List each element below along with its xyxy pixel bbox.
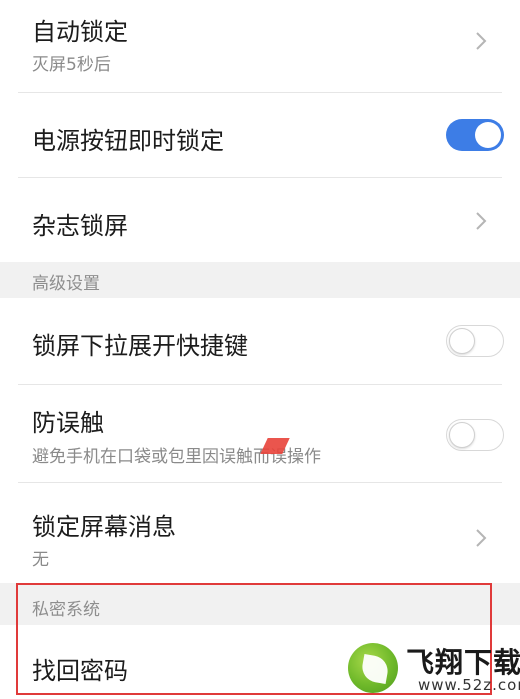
- toggle-knob: [475, 122, 501, 148]
- toggle-knob: [449, 422, 475, 448]
- advanced-settings-label: 高级设置: [32, 274, 100, 294]
- pull-shortcut-row[interactable]: 锁屏下拉展开快捷键: [0, 298, 520, 384]
- chevron-right-icon: [476, 212, 487, 230]
- lock-screen-messages-row[interactable]: 锁定屏幕消息 无: [0, 483, 520, 583]
- watermark-url: www.52z.com: [418, 676, 520, 694]
- anti-mistouch-row[interactable]: 防误触 避免手机在口袋或包里因误触而误操作: [0, 385, 520, 481]
- watermark: 飞翔下载 www.52z.com: [342, 640, 520, 699]
- power-button-lock-toggle[interactable]: [446, 119, 504, 151]
- advanced-settings-header: 高级设置: [0, 262, 520, 298]
- toggle-knob: [449, 328, 475, 354]
- magazine-lock-title: 杂志锁屏: [32, 212, 128, 240]
- chevron-right-icon: [476, 529, 487, 547]
- anti-mistouch-title: 防误触: [32, 409, 104, 437]
- auto-lock-title: 自动锁定: [32, 18, 128, 46]
- logo-icon: [348, 643, 398, 693]
- power-button-lock-title: 电源按钮即时锁定: [32, 127, 224, 155]
- watermark-title: 飞翔下载: [406, 646, 520, 679]
- leaf-icon: [359, 653, 391, 685]
- pull-shortcut-title: 锁屏下拉展开快捷键: [32, 332, 248, 360]
- power-button-lock-row[interactable]: 电源按钮即时锁定: [0, 93, 520, 177]
- auto-lock-subtitle: 灭屏5秒后: [32, 55, 111, 75]
- anti-mistouch-toggle[interactable]: [446, 419, 504, 451]
- pull-shortcut-toggle[interactable]: [446, 325, 504, 357]
- auto-lock-row[interactable]: 自动锁定 灭屏5秒后: [0, 0, 520, 92]
- magazine-lock-row[interactable]: 杂志锁屏: [0, 178, 520, 262]
- chevron-right-icon: [476, 32, 487, 50]
- lock-screen-messages-subtitle: 无: [32, 550, 49, 570]
- lock-screen-messages-title: 锁定屏幕消息: [32, 513, 176, 541]
